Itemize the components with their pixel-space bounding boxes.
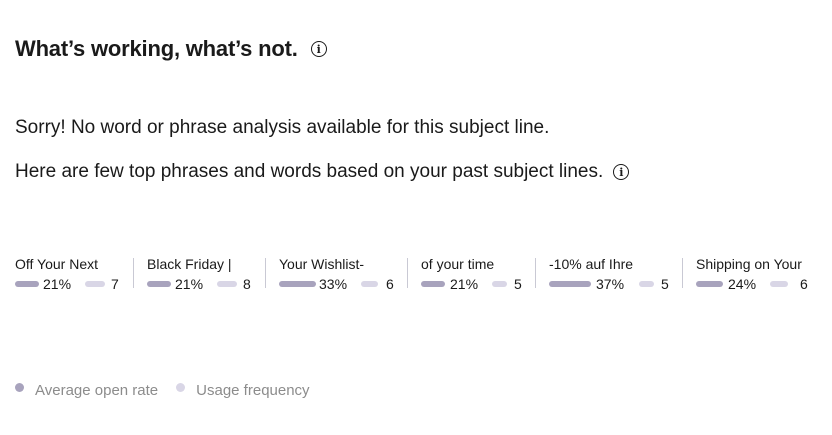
legend-label: Usage frequency xyxy=(196,382,310,399)
open-rate-value: 21% xyxy=(450,276,479,292)
open-rate-bar xyxy=(549,281,591,287)
open-rate-bar xyxy=(15,281,39,287)
usage-value: 7 xyxy=(111,276,119,292)
usage-value: 8 xyxy=(243,276,251,292)
usage-value: 6 xyxy=(800,276,808,292)
phrase-label: Shipping on Your xyxy=(696,256,802,272)
phrase-item: of your time 21% 5 xyxy=(421,256,531,292)
usage-value: 5 xyxy=(514,276,522,292)
usage-bar xyxy=(361,281,378,287)
open-rate-value: 24% xyxy=(728,276,757,292)
open-rate-value: 21% xyxy=(175,276,204,292)
no-analysis-message: Sorry! No word or phrase analysis availa… xyxy=(15,117,549,139)
phrase-item: Black Friday | 21% 8 xyxy=(147,256,257,292)
phrase-label: Your Wishlist- xyxy=(279,256,365,272)
phrase-item: Off Your Next 21% 7 xyxy=(15,256,125,292)
usage-dot-icon xyxy=(176,383,186,392)
divider xyxy=(133,258,134,288)
open-rate-dot-icon xyxy=(15,383,24,392)
phrase-item: Your Wishlist- 33% 6 xyxy=(279,256,399,292)
phrase-label: Black Friday | xyxy=(147,256,232,272)
open-rate-bar xyxy=(421,281,445,287)
legend-item-open-rate: Average open rate xyxy=(15,382,158,399)
usage-value: 6 xyxy=(386,276,394,292)
divider xyxy=(265,258,266,288)
usage-bar xyxy=(639,281,654,287)
top-phrases-message: Here are few top phrases and words based… xyxy=(15,161,630,183)
phrase-item: -10% auf Ihre 37% 5 xyxy=(549,256,675,292)
section-title: What’s working, what’s not. xyxy=(15,36,298,61)
phrase-label: -10% auf Ihre xyxy=(549,256,634,272)
usage-bar xyxy=(217,281,237,287)
divider xyxy=(535,258,536,288)
phrase-item: Shipping on Your 24% 6 xyxy=(696,256,816,292)
phrase-label: Off Your Next xyxy=(15,256,99,272)
open-rate-bar xyxy=(696,281,723,287)
phrase-list: Off Your Next 21% 7 Black Friday | 21% 8… xyxy=(0,256,832,292)
divider xyxy=(407,258,408,288)
legend-item-usage: Usage frequency xyxy=(176,382,310,399)
section-header: What’s working, what’s not. i xyxy=(15,36,327,62)
divider xyxy=(682,258,683,288)
usage-bar xyxy=(492,281,507,287)
info-icon[interactable]: i xyxy=(310,41,327,57)
open-rate-value: 37% xyxy=(596,276,625,292)
open-rate-bar xyxy=(147,281,171,287)
open-rate-bar xyxy=(279,281,316,287)
legend: Average open rate Usage frequency xyxy=(15,382,328,399)
info-icon[interactable]: i xyxy=(613,164,630,180)
open-rate-value: 33% xyxy=(319,276,348,292)
open-rate-value: 21% xyxy=(43,276,72,292)
top-phrases-text: Here are few top phrases and words based… xyxy=(15,161,604,182)
no-analysis-text: Sorry! No word or phrase analysis availa… xyxy=(15,117,550,138)
legend-label: Average open rate xyxy=(35,382,159,399)
usage-bar xyxy=(770,281,788,287)
usage-value: 5 xyxy=(661,276,669,292)
phrase-label: of your time xyxy=(421,256,495,272)
usage-bar xyxy=(85,281,105,287)
